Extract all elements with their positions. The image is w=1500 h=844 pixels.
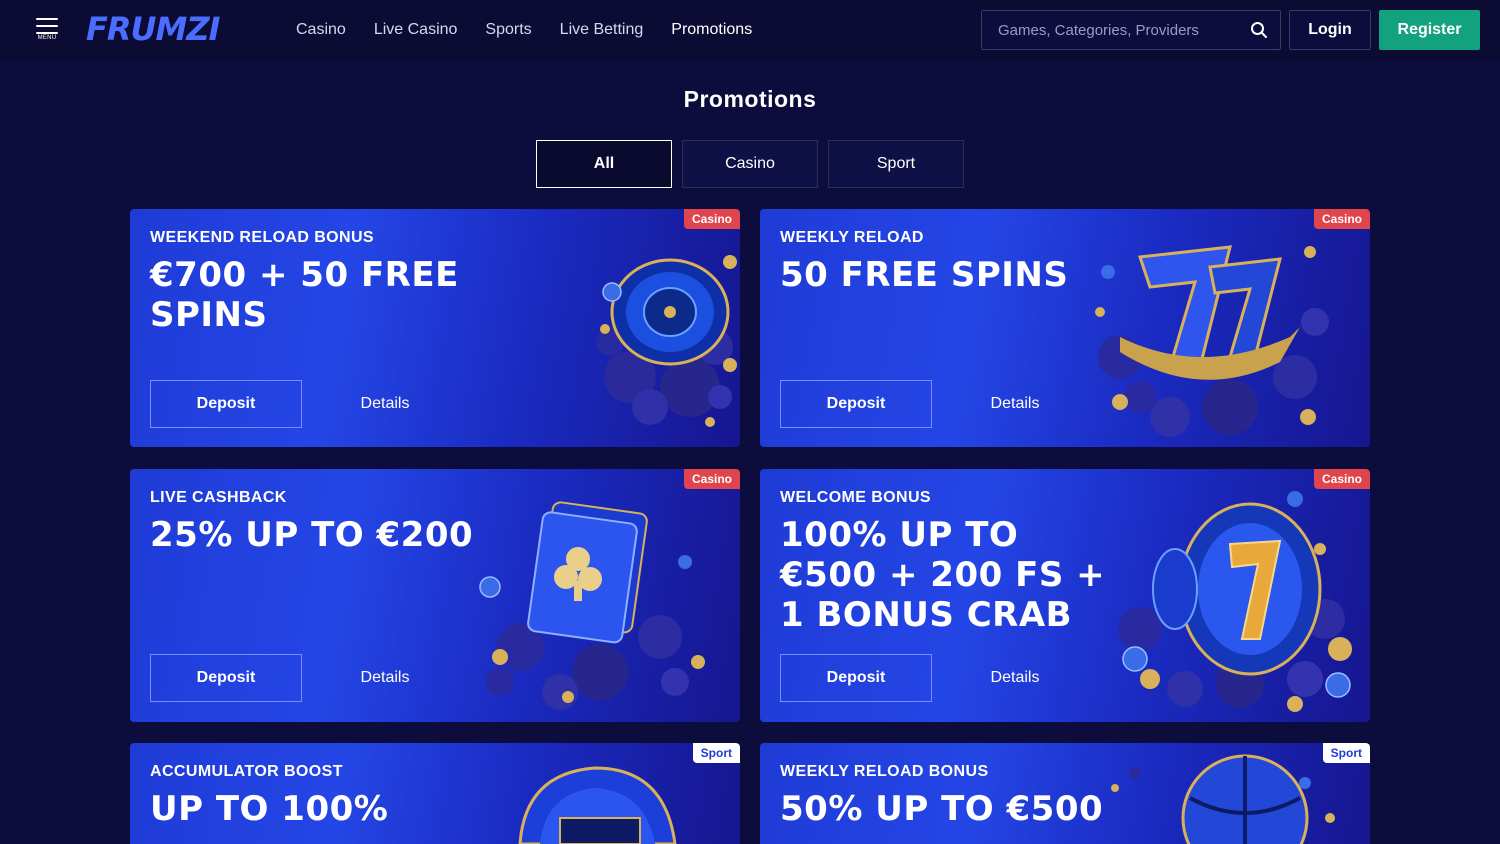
promotion-filters: All Casino Sport xyxy=(536,140,974,188)
promo-headline: €700 + 50 FREE SPINS xyxy=(150,255,459,335)
promo-kicker: WEEKEND RELOAD BONUS xyxy=(150,229,375,246)
filter-sport[interactable]: Sport xyxy=(828,140,964,188)
deposit-button[interactable]: Deposit xyxy=(150,654,302,702)
slot-reel-icon xyxy=(1118,491,1352,712)
page-title: Promotions xyxy=(683,86,817,112)
nav-live-casino[interactable]: Live Casino xyxy=(374,21,458,39)
promo-headline: 25% UP TO €200 xyxy=(150,515,474,555)
promo-card-weekend-reload: Casino WEEKEND RELOAD BONUS €700 + 50 FR… xyxy=(130,209,740,447)
site-logo[interactable]: FRUMZI xyxy=(86,10,220,48)
details-link[interactable]: Details xyxy=(974,380,1056,428)
deposit-button[interactable]: Deposit xyxy=(780,654,932,702)
nav-casino[interactable]: Casino xyxy=(296,21,346,39)
logo-text: FRUMZI xyxy=(86,10,220,48)
details-link[interactable]: Details xyxy=(344,654,426,702)
nav-promotions[interactable]: Promotions xyxy=(671,21,752,39)
helmet-icon xyxy=(518,766,677,844)
top-header: MENU FRUMZI Casino Live Casino Sports Li… xyxy=(0,0,1500,60)
nav-sports[interactable]: Sports xyxy=(485,21,531,39)
promo-headline: 50% UP TO €500 xyxy=(780,789,1104,829)
login-button[interactable]: Login xyxy=(1289,10,1371,50)
promo-card-weekly-reload: Casino WEEKLY RELOAD 50 FREE SPINS Depos… xyxy=(760,209,1370,447)
promo-headline: 100% UP TO €500 + 200 FS + 1 BONUS CRAB xyxy=(780,515,1106,635)
details-link[interactable]: Details xyxy=(344,380,426,428)
category-badge: Casino xyxy=(1313,469,1370,489)
category-badge: Sport xyxy=(692,743,740,763)
category-badge: Casino xyxy=(1313,209,1370,229)
category-badge: Casino xyxy=(683,469,740,489)
promo-card-live-cashback: Casino LIVE CASHBACK 25% UP TO €200 Depo… xyxy=(130,469,740,722)
register-button[interactable]: Register xyxy=(1379,10,1480,50)
roulette-icon xyxy=(596,255,737,427)
promo-kicker: WEEKLY RELOAD xyxy=(780,229,924,246)
filter-all[interactable]: All xyxy=(536,140,672,188)
nav-live-betting[interactable]: Live Betting xyxy=(560,21,644,39)
promo-kicker: WEEKLY RELOAD BONUS xyxy=(780,763,989,780)
search-icon[interactable] xyxy=(1250,21,1268,39)
filter-casino[interactable]: Casino xyxy=(682,140,818,188)
promo-kicker: ACCUMULATOR BOOST xyxy=(150,763,343,780)
category-badge: Sport xyxy=(1322,743,1370,763)
search-box xyxy=(981,10,1281,50)
menu-button[interactable]: MENU xyxy=(34,18,60,42)
hamburger-icon xyxy=(36,18,58,20)
search-input[interactable] xyxy=(982,11,1242,49)
main-nav: Casino Live Casino Sports Live Betting P… xyxy=(296,0,780,60)
category-badge: Casino xyxy=(683,209,740,229)
promo-card-welcome-bonus: Casino WELCOME BONUS 100% UP TO €500 + 2… xyxy=(760,469,1370,722)
hamburger-icon xyxy=(36,25,58,27)
promo-kicker: WELCOME BONUS xyxy=(780,489,931,506)
promo-headline: UP TO 100% xyxy=(150,789,389,829)
menu-label: MENU xyxy=(37,35,57,41)
promo-card-weekly-reload-bonus: Sport WEEKLY RELOAD BONUS 50% UP TO €500 xyxy=(760,743,1370,844)
details-link[interactable]: Details xyxy=(974,654,1056,702)
deposit-button[interactable]: Deposit xyxy=(780,380,932,428)
deposit-button[interactable]: Deposit xyxy=(150,380,302,428)
promo-card-accumulator-boost: Sport ACCUMULATOR BOOST UP TO 100% xyxy=(130,743,740,844)
promo-headline: 50 FREE SPINS xyxy=(780,255,1069,295)
promo-kicker: LIVE CASHBACK xyxy=(150,489,287,506)
hamburger-icon xyxy=(36,32,58,34)
